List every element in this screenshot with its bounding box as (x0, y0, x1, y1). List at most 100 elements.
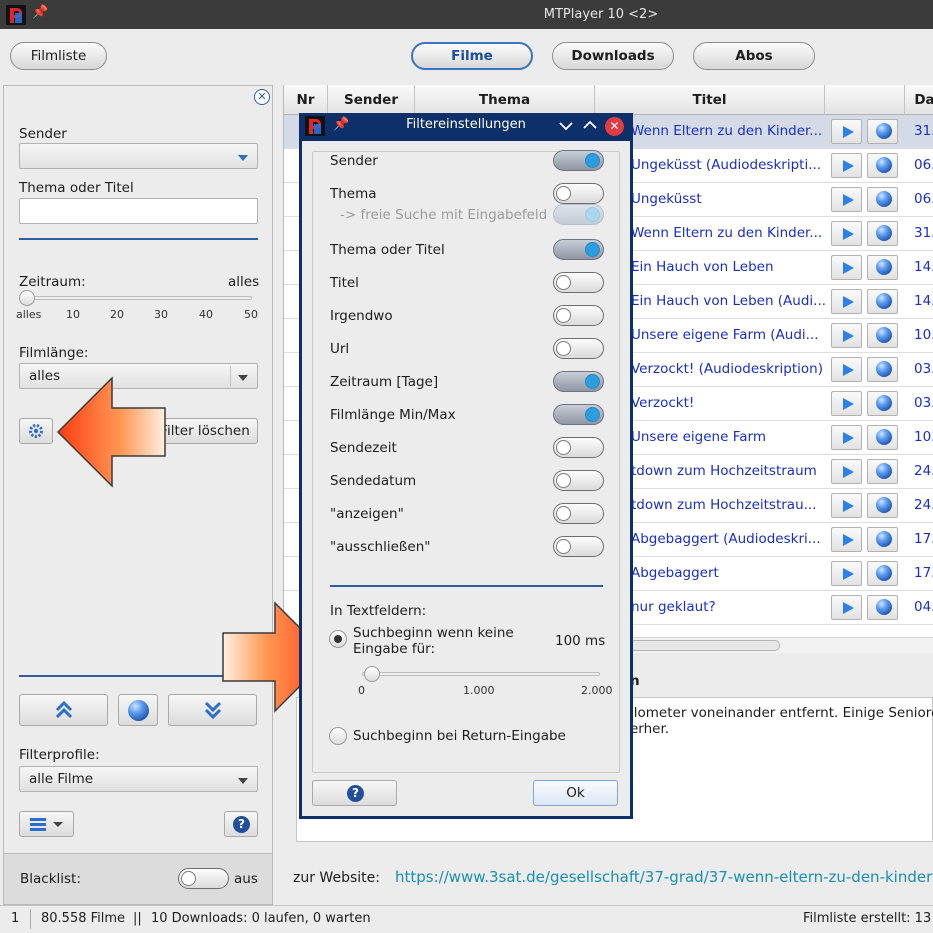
profile-menu-button[interactable] (19, 811, 74, 837)
globe-button[interactable] (867, 323, 898, 348)
delay-slider-track[interactable] (362, 672, 600, 676)
close-icon[interactable]: ✕ (605, 117, 624, 136)
sender-combo[interactable] (19, 143, 258, 169)
row-title: Wenn Eltern zu den Kinder... (631, 225, 823, 241)
play-button[interactable] (831, 527, 862, 552)
globe-icon (876, 157, 892, 173)
zeitraum-tick: 50 (244, 308, 258, 321)
column-header-datum[interactable]: Da (905, 85, 933, 115)
scroll-top-button[interactable] (19, 694, 108, 726)
blacklist-toggle[interactable] (178, 868, 229, 889)
zeitraum-slider-knob[interactable] (19, 290, 35, 306)
zeitraum-label: Zeitraum: (19, 274, 86, 290)
globe-button[interactable] (867, 119, 898, 144)
globe-button[interactable] (118, 694, 158, 726)
play-button[interactable] (831, 459, 862, 484)
filter-toggle[interactable] (553, 437, 604, 458)
column-header-nr[interactable]: Nr (284, 85, 328, 115)
play-button[interactable] (831, 153, 862, 178)
delay-slider-knob[interactable] (364, 666, 380, 682)
play-button[interactable] (831, 221, 862, 246)
row-title: Unsere eigene Farm (Audi... (631, 327, 819, 343)
play-button[interactable] (831, 187, 862, 212)
play-button[interactable] (831, 289, 862, 314)
settings-frame: Sender Thema -> freie Suche mit Eingabefel… (312, 150, 620, 773)
tab-downloads[interactable]: Downloads (552, 42, 674, 70)
play-button[interactable] (831, 323, 862, 348)
play-icon (843, 160, 854, 172)
row-title: Verzockt! (631, 395, 695, 411)
filter-toggle[interactable] (553, 305, 604, 326)
globe-button[interactable] (867, 357, 898, 382)
globe-button[interactable] (867, 187, 898, 212)
filter-settings-dialog: 📌 Filtereinstellungen ✕ Sender Thema -> fr… (299, 113, 633, 819)
radio-suchbeginn-delay[interactable] (329, 630, 347, 648)
filter-toggle[interactable] (553, 371, 604, 392)
play-button[interactable] (831, 119, 862, 144)
globe-button[interactable] (867, 221, 898, 246)
filmliste-button[interactable]: Filmliste (10, 42, 107, 70)
globe-button[interactable] (867, 425, 898, 450)
tab-abos[interactable]: Abos (693, 42, 815, 70)
globe-icon (876, 395, 892, 411)
globe-button[interactable] (867, 459, 898, 484)
filter-label: Zeitraum [Tage] (330, 374, 439, 390)
play-button[interactable] (831, 493, 862, 518)
thema-titel-input[interactable] (19, 198, 258, 224)
filter-toggle[interactable] (553, 404, 604, 425)
toggle-knob (181, 871, 196, 886)
globe-button[interactable] (867, 595, 898, 620)
play-button[interactable] (831, 425, 862, 450)
filter-toggle[interactable] (553, 239, 604, 260)
globe-button[interactable] (867, 527, 898, 552)
globe-button[interactable] (867, 391, 898, 416)
globe-button[interactable] (867, 289, 898, 314)
close-panel-icon[interactable]: ✕ (254, 89, 270, 105)
tab-filme[interactable]: Filme (411, 42, 533, 70)
globe-button[interactable] (867, 255, 898, 280)
filter-toggle[interactable] (553, 536, 604, 557)
scrollbar-thumb[interactable] (618, 640, 780, 651)
globe-icon (876, 599, 892, 615)
globe-button[interactable] (867, 493, 898, 518)
play-button[interactable] (831, 595, 862, 620)
row-date: 14. (914, 259, 933, 275)
play-button[interactable] (831, 561, 862, 586)
help-button[interactable]: ? (224, 811, 258, 837)
filterprofile-combo[interactable]: alle Filme (19, 766, 258, 792)
play-icon (843, 228, 854, 240)
chevron-up-icon[interactable] (583, 120, 597, 130)
row-date: 17. (914, 531, 933, 547)
delay-tick: 2.000 (581, 684, 613, 697)
delay-value: 100 ms (555, 633, 606, 649)
ok-button[interactable]: Ok (533, 780, 618, 806)
chevron-down-icon (238, 778, 248, 784)
filter-toggle[interactable] (553, 470, 604, 491)
zeitraum-slider-track[interactable] (19, 296, 252, 300)
radio-suchbeginn-return[interactable] (329, 727, 347, 745)
play-button[interactable] (831, 391, 862, 416)
toggle-knob (556, 275, 571, 290)
filter-toggle[interactable] (553, 183, 604, 204)
row-date: 03. (914, 361, 933, 377)
play-button[interactable] (831, 255, 862, 280)
chevron-down-icon[interactable] (559, 121, 573, 131)
column-header-titel[interactable]: Titel (595, 85, 825, 115)
filter-label: Titel (330, 275, 359, 291)
toggle-knob (585, 207, 600, 222)
website-link[interactable]: https://www.3sat.de/gesellschaft/37-grad… (395, 868, 932, 886)
play-button[interactable] (831, 357, 862, 382)
column-header-actions[interactable] (825, 85, 905, 115)
filter-toggle[interactable] (553, 272, 604, 293)
dialog-help-button[interactable]: ? (312, 780, 397, 806)
filterprofile-value: alle Filme (29, 771, 94, 787)
filter-toggle[interactable] (553, 503, 604, 524)
globe-button[interactable] (867, 153, 898, 178)
filter-settings-button[interactable] (19, 418, 53, 444)
zeitraum-value: alles (228, 274, 260, 290)
column-header-thema[interactable]: Thema (415, 85, 595, 115)
globe-button[interactable] (867, 561, 898, 586)
column-header-sender[interactable]: Sender (328, 85, 415, 115)
filter-toggle[interactable] (553, 338, 604, 359)
filter-toggle[interactable] (553, 150, 604, 171)
